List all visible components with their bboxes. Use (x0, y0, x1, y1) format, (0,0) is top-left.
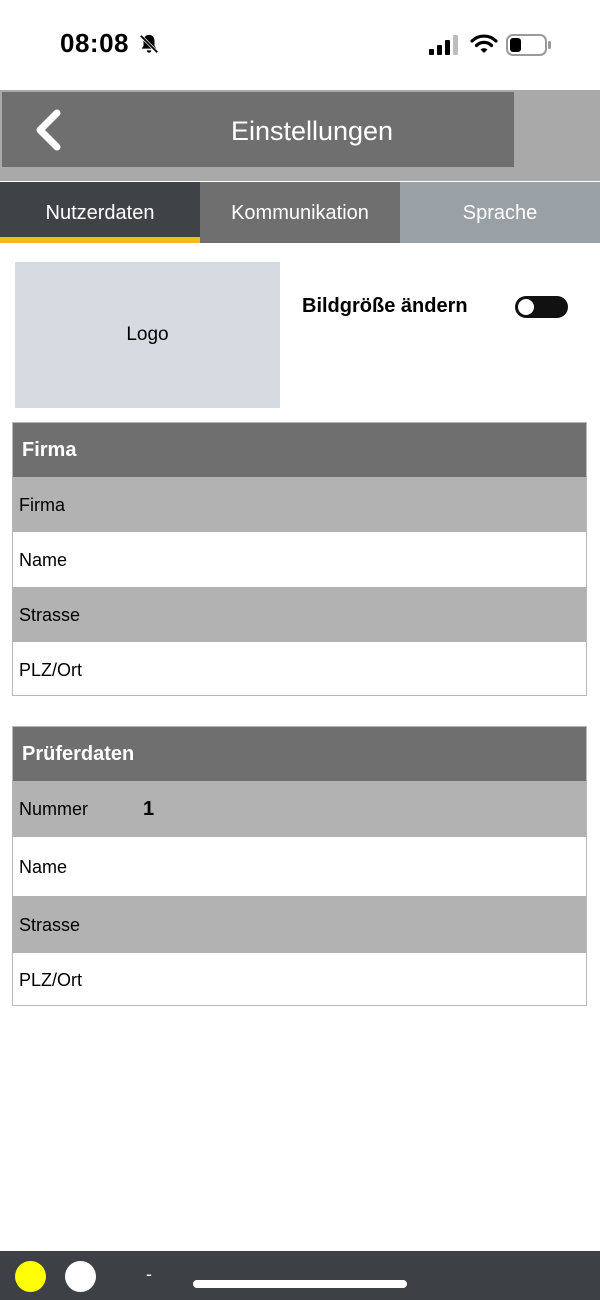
image-resize-label: Bildgröße ändern (302, 295, 468, 317)
home-indicator[interactable] (193, 1280, 407, 1288)
field-label: Strasse (19, 915, 81, 935)
company-field-firma[interactable]: Firma (13, 477, 586, 532)
field-label: Nummer (19, 799, 89, 819)
yellow-dot-button[interactable] (15, 1261, 46, 1292)
inspector-field-plz-ort[interactable]: PLZ/Ort (13, 953, 586, 1005)
field-label: PLZ/Ort (19, 970, 83, 990)
battery-icon (506, 34, 551, 56)
bell-slash-icon (139, 34, 159, 54)
tab-kommunikation[interactable]: Kommunikation (200, 182, 400, 243)
field-label: PLZ/Ort (19, 660, 83, 680)
bottom-bar: - (0, 1251, 600, 1300)
image-resize-toggle[interactable] (515, 296, 568, 318)
tab-nutzerdaten[interactable]: Nutzerdaten (0, 182, 200, 243)
company-section: Firma Firma Name Strasse PLZ/Ort (12, 422, 587, 696)
inspector-section-title: Prüferdaten (13, 727, 586, 781)
logo-placeholder[interactable]: Logo (15, 262, 280, 408)
inspector-field-strasse[interactable]: Strasse (13, 896, 586, 953)
header-bar: Einstellungen (2, 92, 514, 167)
company-field-plz-ort[interactable]: PLZ/Ort (13, 642, 586, 695)
app-header: Einstellungen (0, 90, 600, 181)
wifi-icon (470, 34, 498, 53)
tab-sprache[interactable]: Sprache (400, 182, 600, 243)
status-time: 08:08 (60, 28, 129, 58)
inspector-section: Prüferdaten Nummer 1 Name Strasse PLZ/Or… (12, 726, 587, 1006)
white-dot-button[interactable] (65, 1261, 96, 1292)
company-field-name[interactable]: Name (13, 532, 586, 587)
toggle-knob (518, 299, 534, 315)
field-label: Name (19, 550, 68, 570)
bottom-dash: - (146, 1264, 152, 1284)
field-label: Firma (19, 495, 65, 515)
tab-bar: Nutzerdaten Kommunikation Sprache (0, 182, 600, 243)
company-section-title: Firma (13, 423, 586, 477)
page-title: Einstellungen (230, 116, 394, 146)
logo-label: Logo (126, 324, 169, 345)
inspector-field-name[interactable]: Name (13, 837, 586, 896)
status-bar: 08:08 (0, 0, 600, 90)
inspector-number-value: 1 (143, 798, 155, 820)
cellular-signal-icon (429, 35, 458, 55)
company-field-strasse[interactable]: Strasse (13, 587, 586, 642)
field-label: Strasse (19, 605, 81, 625)
inspector-field-nummer[interactable]: Nummer 1 (13, 781, 586, 837)
field-label: Name (19, 857, 68, 877)
